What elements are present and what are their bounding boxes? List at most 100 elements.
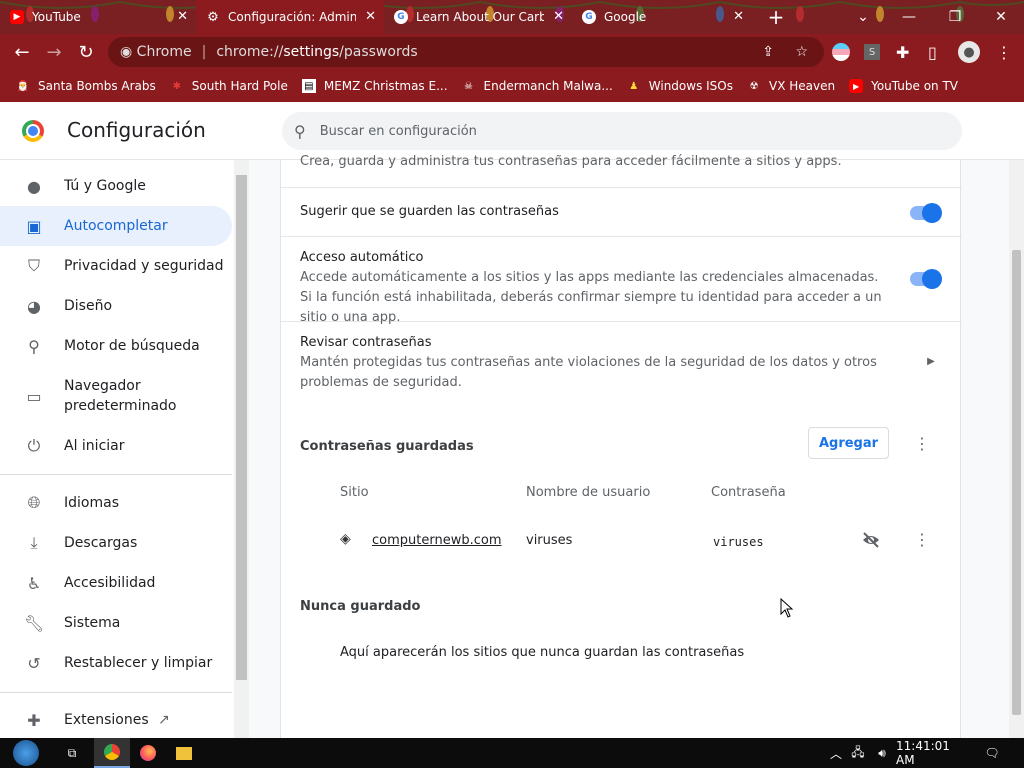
saved-passwords-menu-icon[interactable]: ⋮ xyxy=(914,436,930,452)
task-view-icon[interactable]: ⧉ xyxy=(54,738,90,768)
never-saved-heading: Nunca guardado xyxy=(300,599,421,614)
page-icon: ▤ xyxy=(301,79,316,93)
restore-button[interactable]: ❐ xyxy=(932,0,978,34)
username-field: viruses xyxy=(526,533,573,548)
sidebar: ● Tú y Google ▣ Autocompletar ⛉ Privacidad … xyxy=(0,160,234,738)
sidebar-item-downloads[interactable]: ⤓ Descargas xyxy=(0,523,232,563)
intro-text: Crea, guarda y administra tus contraseña… xyxy=(300,154,842,169)
bookmark-memz[interactable]: ▤ MEMZ Christmas E... xyxy=(301,79,448,93)
bookmark-youtube-tv[interactable]: ▶ YouTube on TV xyxy=(849,79,958,93)
gear-icon: ⚙ xyxy=(207,9,219,25)
hide-password-icon[interactable] xyxy=(862,532,880,552)
offer-save-row[interactable]: Sugerir que se guarden las contraseñas xyxy=(281,188,962,237)
sidebar-item-languages[interactable]: 🌐︎ Idiomas xyxy=(0,483,232,523)
sidebar-item-on-startup[interactable]: ⏻ Al iniciar xyxy=(0,426,232,466)
firefox-taskbar-icon[interactable] xyxy=(130,738,166,768)
settings-search-input[interactable]: ⚲ Buscar en configuración xyxy=(282,112,962,150)
forward-button[interactable]: → xyxy=(38,36,70,68)
sidebar-item-search-engine[interactable]: ⚲ Motor de búsqueda xyxy=(0,326,232,366)
sidebar-item-privacy[interactable]: ⛉ Privacidad y seguridad xyxy=(0,246,232,286)
new-tab-button[interactable]: + xyxy=(752,0,800,34)
main-content: Crea, guarda y administra tus contraseña… xyxy=(249,154,1009,738)
clock[interactable]: 11:41:01 AM xyxy=(896,738,972,768)
notifications-icon[interactable]: 🗨︎ xyxy=(978,738,1006,768)
page-title: Configuración xyxy=(67,118,206,142)
minimize-button[interactable]: — xyxy=(886,0,932,34)
sidebar-item-you-and-google[interactable]: ● Tú y Google xyxy=(0,166,232,206)
site-favicon-icon: ◈ xyxy=(340,531,351,547)
sidebar-item-default-browser[interactable]: ▭ Navegador predeterminado xyxy=(0,366,232,426)
content-scrollbar[interactable] xyxy=(1009,160,1024,738)
menu-icon[interactable]: ⋮ xyxy=(996,34,1012,70)
sidebar-item-appearance[interactable]: ◕ Diseño xyxy=(0,286,232,326)
puzzle-icon[interactable]: ✚ xyxy=(896,34,916,70)
file-explorer-icon[interactable] xyxy=(166,738,202,768)
youtube-icon: ▶ xyxy=(10,10,24,24)
google-icon: G xyxy=(582,10,596,24)
close-icon[interactable]: ✕ xyxy=(553,9,564,24)
search-icon: ⚲ xyxy=(28,336,40,356)
offer-save-toggle[interactable] xyxy=(910,203,942,223)
globe-icon: 🌐︎ xyxy=(27,493,41,512)
tab-settings[interactable]: ⚙ Configuración: Admini ✕ xyxy=(196,0,384,34)
close-icon[interactable]: ✕ xyxy=(365,9,376,24)
back-button[interactable]: ← xyxy=(6,36,38,68)
passwords-card: Crea, guarda y administra tus contraseña… xyxy=(280,154,962,738)
bookmark-santa[interactable]: 🎅 Santa Bombs Arabs xyxy=(16,79,156,93)
close-icon[interactable]: ✕ xyxy=(177,9,188,24)
column-header-password: Contraseña xyxy=(711,485,786,500)
column-header-site: Sitio xyxy=(340,485,369,500)
chevron-right-icon[interactable]: ▶ xyxy=(923,354,939,370)
side-panel-icon[interactable]: ▯ xyxy=(928,34,948,70)
star-icon[interactable]: ☆ xyxy=(795,44,808,60)
check-passwords-row[interactable]: Revisar contraseñas Mantén protegidas tu… xyxy=(281,322,962,398)
bookmark-windows-isos[interactable]: ♟ Windows ISOs xyxy=(627,79,733,93)
tab-google[interactable]: G Google ✕ xyxy=(572,0,752,34)
tab-strip: ▶ YouTube ✕ ⚙ Configuración: Admini ✕ G … xyxy=(0,0,1024,34)
chrome-logo-icon xyxy=(22,120,44,142)
close-icon[interactable]: ✕ xyxy=(733,9,744,24)
browser-icon: ▭ xyxy=(26,386,42,406)
sidebar-divider xyxy=(0,692,232,693)
volume-icon[interactable]: 🔊︎ xyxy=(872,738,892,768)
bookmark-south-pole[interactable]: ✱ South Hard Pole xyxy=(170,79,288,93)
sidebar-item-reset[interactable]: ↺ Restablecer y limpiar xyxy=(0,643,232,683)
site-link[interactable]: computernewb.com xyxy=(372,531,502,551)
tab-learn-about[interactable]: G Learn About Our Carb ✕ xyxy=(384,0,572,34)
sidebar-item-accessibility[interactable]: ♿︎ Accesibilidad xyxy=(0,563,232,603)
tab-youtube[interactable]: ▶ YouTube ✕ xyxy=(0,0,196,34)
address-bar[interactable]: ◉ Chrome | chrome://settings/passwords ⇪… xyxy=(108,37,824,67)
sidebar-item-system[interactable]: 🔧︎ Sistema xyxy=(0,603,232,643)
bookmarks-bar: 🎅 Santa Bombs Arabs ✱ South Hard Pole ▤ MEM… xyxy=(0,70,1024,102)
tab-search-button[interactable]: ⌄ xyxy=(840,0,886,34)
add-password-button[interactable]: Agregar xyxy=(808,427,889,459)
skull-icon: ☠ xyxy=(464,80,474,92)
palette-icon: ◕ xyxy=(27,296,41,316)
clipboard-icon: ▣ xyxy=(26,216,42,236)
intro-row: Crea, guarda y administra tus contraseña… xyxy=(281,154,962,188)
flag-extension-icon[interactable] xyxy=(832,34,852,70)
start-button[interactable] xyxy=(6,738,46,768)
windows-taskbar: ⧉ ︿ 🖧︎ 🔊︎ 11:41:01 AM 🗨︎ xyxy=(0,738,1024,768)
bookmark-endermanch[interactable]: ☠ Endermanch Malwa... xyxy=(462,79,613,93)
password-row-menu-icon[interactable]: ⋮ xyxy=(914,532,930,548)
chevron-up-icon[interactable]: ︿ xyxy=(826,738,846,768)
auto-signin-row[interactable]: Acceso automático Accede automáticamente… xyxy=(281,237,962,325)
auto-signin-toggle[interactable] xyxy=(910,269,942,289)
sidebar-item-extensions[interactable]: ✚ Extensiones ↗ xyxy=(0,700,232,740)
close-window-button[interactable]: ✕ xyxy=(978,0,1024,34)
bookmark-vx-heaven[interactable]: ☢ VX Heaven xyxy=(747,79,836,93)
share-icon[interactable]: ⇪ xyxy=(762,44,774,60)
url-text: chrome://settings/passwords xyxy=(216,44,418,60)
s-extension-icon[interactable]: S xyxy=(864,34,884,70)
profile-avatar[interactable]: ● xyxy=(958,34,982,70)
sidebar-item-autofill[interactable]: ▣ Autocompletar xyxy=(0,206,232,246)
chrome-taskbar-icon[interactable] xyxy=(94,738,130,768)
sidebar-scrollbar[interactable] xyxy=(234,160,249,738)
content-scrollbar-thumb[interactable] xyxy=(1012,250,1021,715)
saved-passwords-heading: Contraseñas guardadas xyxy=(300,439,474,454)
network-icon[interactable]: 🖧︎ xyxy=(848,738,868,768)
sidebar-scrollbar-thumb[interactable] xyxy=(236,175,247,680)
reload-button[interactable]: ↻ xyxy=(70,36,102,68)
check-passwords-desc: Mantén protegidas tus contraseñas ante v… xyxy=(300,355,877,390)
